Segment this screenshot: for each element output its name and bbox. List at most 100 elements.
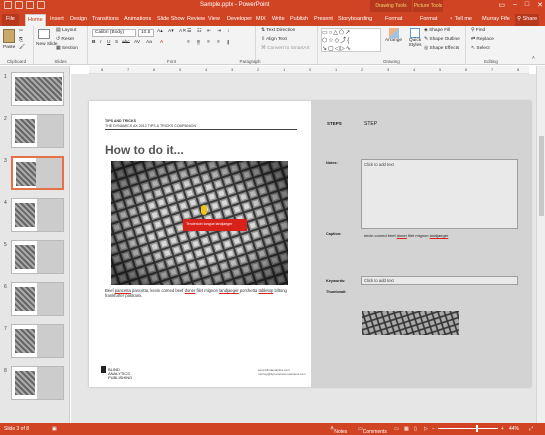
undo-icon[interactable]	[15, 1, 23, 9]
quick-styles-button[interactable]: Quick Styles	[404, 28, 426, 48]
section-button[interactable]: ▦ Section	[56, 46, 78, 51]
user-name[interactable]: Murray Fife	[480, 14, 512, 26]
minimize-icon[interactable]: –	[513, 1, 517, 9]
shape-outline-button[interactable]: ✎ Shape Outline	[424, 37, 460, 42]
shape-effects-button[interactable]: ◎ Shape Effects	[424, 46, 459, 51]
normal-view-icon[interactable]: ▭	[394, 426, 399, 432]
maximize-icon[interactable]: □	[525, 1, 529, 9]
zoom-in-icon[interactable]: +	[501, 426, 504, 432]
underline-button[interactable]: U	[107, 40, 110, 45]
share-button[interactable]: ⚲ Share	[515, 14, 540, 26]
fit-slide-icon[interactable]: ⤢	[529, 426, 533, 432]
slide-caption[interactable]: Beef pancetta pancetta, kevin corned bee…	[105, 288, 305, 298]
redo-icon[interactable]	[26, 1, 34, 9]
tab-format-drawing[interactable]: Format	[383, 14, 404, 26]
zoom-out-icon[interactable]: −	[432, 426, 435, 432]
shrink-font-icon[interactable]: A▾	[168, 29, 174, 34]
font-size-dropdown[interactable]: 10.5	[138, 29, 154, 37]
align-right-icon[interactable]: ≡	[207, 40, 210, 45]
vertical-scrollbar[interactable]	[536, 66, 545, 423]
notes-textbox[interactable]: Click to add text	[361, 159, 518, 229]
ribbon-display-icon[interactable]: ▭	[498, 1, 505, 9]
increase-indent-icon[interactable]: ⇥	[217, 29, 221, 34]
slide-thumbnail[interactable]	[11, 324, 64, 358]
align-center-icon[interactable]: ≡	[197, 40, 200, 45]
slide-sorter-icon[interactable]: ▦	[404, 426, 409, 432]
paste-button[interactable]	[3, 29, 15, 43]
zoom-level[interactable]: 44%	[509, 426, 519, 432]
grow-font-icon[interactable]: A▴	[157, 29, 163, 34]
reset-button[interactable]: ↺ Reset	[56, 37, 74, 42]
align-left-icon[interactable]: ≡	[187, 40, 190, 45]
slide-thumbnail[interactable]	[11, 282, 64, 316]
tab-review[interactable]: Review	[185, 14, 207, 26]
tab-transitions[interactable]: Transitions	[90, 14, 121, 26]
tab-design[interactable]: Design	[68, 14, 89, 26]
slide-thumbnail[interactable]	[11, 114, 64, 148]
line-spacing-icon[interactable]: ↕	[227, 29, 229, 34]
convert-smartart-button[interactable]: ⌘ Convert to SmartArt	[261, 46, 310, 51]
tab-present[interactable]: Present	[312, 14, 335, 26]
horizontal-ruler[interactable]: 8 7 6 5 4 3 2 1 0 1 2 3 4 5 6 7 8	[89, 66, 529, 74]
zoom-slider-thumb[interactable]	[476, 425, 478, 432]
tab-write[interactable]: Write	[270, 14, 287, 26]
spelling-icon[interactable]: ▣	[52, 426, 57, 432]
slide-thumbnail[interactable]	[11, 240, 64, 274]
keywords-textbox[interactable]: Click to add text	[361, 276, 518, 285]
caption-text[interactable]: kevin corned beef doner filet mignon lan…	[364, 233, 448, 238]
slide-thumbnail-selected[interactable]	[11, 156, 64, 190]
replace-button[interactable]: ⇄ Replace	[471, 37, 494, 42]
align-text-button[interactable]: ⇳ Align Text	[261, 37, 287, 42]
slide-thumbnail[interactable]	[11, 72, 64, 106]
text-direction-button[interactable]: ⇅ Text Direction	[261, 28, 295, 33]
tab-developer[interactable]: Developer	[225, 14, 254, 26]
columns-icon[interactable]: ⫼	[227, 40, 229, 46]
comments-button[interactable]: ▭ Comments	[358, 426, 387, 435]
collapse-ribbon-icon[interactable]: ˄	[532, 56, 535, 61]
tab-storyboarding[interactable]: Storyboarding	[336, 14, 374, 26]
tab-file[interactable]: File	[2, 14, 19, 26]
step-label[interactable]: STEP	[364, 121, 377, 127]
zoom-slider[interactable]	[438, 428, 498, 429]
reading-view-icon[interactable]: ▯	[414, 426, 417, 432]
scrollbar-thumb[interactable]	[539, 136, 544, 216]
select-button[interactable]: ↖ Select	[471, 46, 490, 51]
slide-thumbnail[interactable]	[11, 366, 64, 400]
close-icon[interactable]: ✕	[537, 1, 543, 9]
bold-button[interactable]: B	[92, 40, 95, 45]
arrange-button[interactable]: Arrange	[385, 28, 402, 43]
tab-slide-show[interactable]: Slide Show	[155, 14, 187, 26]
cut-icon[interactable]: ✂	[19, 29, 23, 34]
format-painter-icon[interactable]: 🖌	[19, 45, 25, 50]
save-icon[interactable]	[4, 1, 12, 9]
tab-view[interactable]: View	[206, 14, 222, 26]
numbering-icon[interactable]: ☷	[197, 29, 201, 34]
font-name-dropdown[interactable]: Calibri (Body)	[92, 29, 136, 37]
spacing-button[interactable]: AV	[134, 40, 140, 45]
tab-insert[interactable]: Insert	[48, 14, 66, 26]
slideshow-icon[interactable]: ▷	[424, 426, 428, 432]
change-case-button[interactable]: Aa	[146, 40, 152, 45]
present-icon[interactable]	[37, 1, 45, 9]
shadow-button[interactable]: S	[115, 40, 118, 45]
tell-me-box[interactable]: ♀ Tell me	[447, 14, 474, 26]
notes-button[interactable]: ≙ Notes	[330, 426, 347, 435]
slide-thumbnails-panel[interactable]: 1 2 3 4 5 6 7 8	[0, 66, 70, 423]
slide-thumbnail[interactable]	[11, 198, 64, 232]
tab-home[interactable]: Home	[25, 14, 46, 26]
new-slide-button[interactable]	[38, 29, 50, 39]
tab-publish[interactable]: Publish	[288, 14, 310, 26]
layout-button[interactable]: ▤ Layout	[56, 28, 76, 33]
justify-icon[interactable]: ≡	[217, 40, 220, 45]
tab-mix[interactable]: MIX	[254, 14, 268, 26]
decrease-indent-icon[interactable]: ⇤	[207, 29, 211, 34]
bullets-icon[interactable]: ☰	[187, 29, 191, 34]
find-button[interactable]: ⚲ Find	[471, 28, 485, 33]
slide-heading[interactable]: How to do it...	[105, 143, 184, 157]
shape-fill-button[interactable]: ◈ Shape Fill	[424, 28, 450, 33]
shapes-gallery[interactable]: ▭○△⬠↗ ⬡☆◇⤴{↘▢◁▷∿	[321, 28, 381, 52]
font-color-button[interactable]: A	[160, 40, 163, 45]
tab-format-picture[interactable]: Format	[418, 14, 439, 26]
italic-button[interactable]: I	[100, 40, 101, 45]
copy-icon[interactable]: ⎘	[19, 37, 23, 43]
